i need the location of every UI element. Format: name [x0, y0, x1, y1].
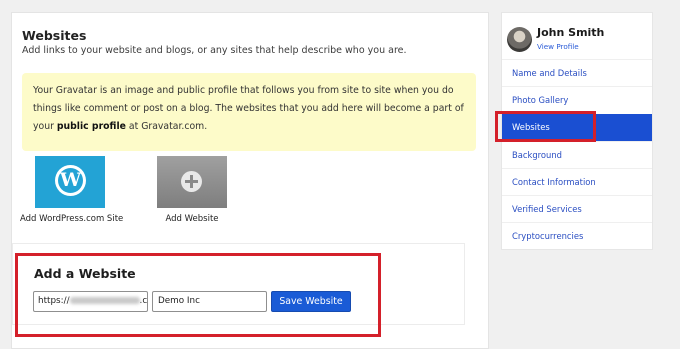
highlight-box-websites-nav: [495, 111, 596, 142]
url-suffix: .com/: [139, 296, 148, 306]
add-website-label[interactable]: Add Website: [142, 214, 242, 224]
add-website-tile[interactable]: [157, 156, 227, 208]
user-name: John Smith: [537, 26, 605, 39]
notice-text-end: at Gravatar.com.: [125, 121, 208, 132]
gravatar-notice: Your Gravatar is an image and public pro…: [22, 73, 476, 151]
website-name-input[interactable]: Demo Inc: [152, 291, 267, 312]
page-title: Websites: [22, 28, 87, 43]
sidebar-item-contact-information[interactable]: Contact Information: [502, 168, 652, 195]
sidebar-item-name-and-details[interactable]: Name and Details: [502, 59, 652, 86]
add-website-title: Add a Website: [34, 266, 136, 281]
website-url-input[interactable]: https:// .com/: [33, 291, 148, 312]
save-website-button[interactable]: Save Website: [271, 291, 351, 312]
public-profile-link[interactable]: public profile: [57, 121, 126, 132]
sidebar-item-photo-gallery[interactable]: Photo Gallery: [502, 86, 652, 113]
add-wordpress-site-label[interactable]: Add WordPress.com Site: [20, 214, 123, 224]
blurred-url-text: [69, 297, 140, 304]
sidebar-item-verified-services[interactable]: Verified Services: [502, 195, 652, 222]
sidebar-item-cryptocurrencies[interactable]: Cryptocurrencies: [502, 222, 652, 249]
add-wordpress-site-tile[interactable]: W: [35, 156, 105, 208]
avatar[interactable]: [507, 27, 532, 52]
view-profile-link[interactable]: View Profile: [537, 42, 579, 51]
page-description: Add links to your website and blogs, or …: [22, 45, 407, 56]
wordpress-logo-icon: W: [55, 165, 86, 196]
url-prefix: https://: [38, 296, 70, 306]
sidebar-item-background[interactable]: Background: [502, 141, 652, 168]
plus-circle-icon: [181, 171, 202, 192]
